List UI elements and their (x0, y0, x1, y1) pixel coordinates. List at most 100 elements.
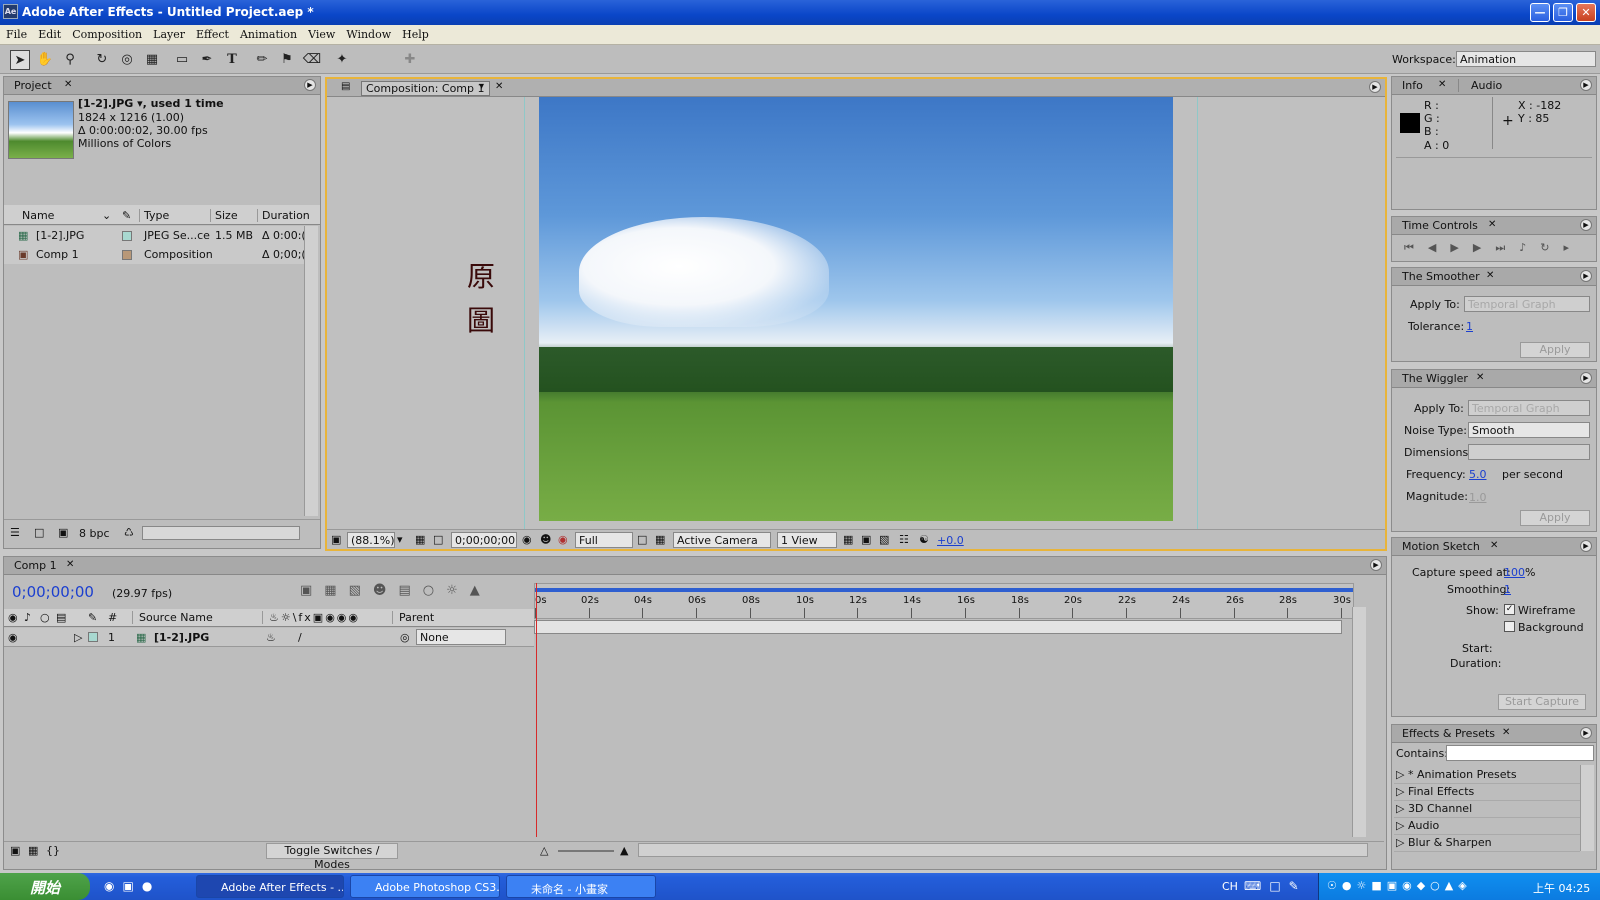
wireframe-checkbox[interactable]: ✓ (1504, 604, 1515, 615)
toggle-pixel-aspect-icon[interactable]: ▦ (843, 533, 853, 546)
playhead[interactable] (536, 583, 537, 837)
eye-icon[interactable]: ◉ (8, 611, 18, 624)
lock-icon[interactable]: ▤ (341, 81, 350, 92)
puppet-pin-tool-icon[interactable]: ✦ (332, 50, 352, 70)
label-swatch[interactable] (122, 250, 132, 260)
close-icon[interactable]: ✕ (495, 81, 503, 92)
selection-tool-icon[interactable]: ➤ (10, 50, 30, 70)
start-button[interactable]: 開始 (0, 873, 90, 900)
chevron-right-icon[interactable]: ▷ (1396, 836, 1404, 849)
panel-menu-icon[interactable]: ▶ (304, 79, 316, 91)
menu-effect[interactable]: Effect (190, 25, 234, 41)
column-type[interactable]: Type (139, 209, 169, 222)
panel-menu-icon[interactable]: ▶ (1580, 219, 1592, 231)
chevron-down-icon[interactable]: ▾ (397, 533, 403, 546)
new-composition-icon[interactable]: ▣ (58, 526, 68, 539)
type-tool-icon[interactable]: T (222, 50, 242, 70)
workspace-dropdown[interactable]: Animation (1456, 51, 1596, 67)
panel-menu-icon[interactable]: ▶ (1580, 540, 1592, 552)
mask-view-icon[interactable]: □ (433, 533, 443, 546)
chevron-down-icon[interactable]: ▾ (479, 81, 484, 92)
label-swatch[interactable] (122, 231, 132, 241)
tab-audio[interactable]: Audio (1458, 79, 1502, 92)
restore-button[interactable]: ❐ (1553, 3, 1573, 22)
show-snapshot-icon[interactable]: ☻ (540, 533, 551, 546)
menu-edit[interactable]: Edit (32, 25, 66, 41)
source-name-column[interactable]: Source Name (132, 611, 213, 624)
graph-editor-icon[interactable]: ▲ (470, 583, 492, 598)
new-folder-icon[interactable]: □ (34, 526, 44, 539)
next-frame-icon[interactable]: ▶ (1473, 241, 1495, 254)
noise-type-dropdown[interactable]: Smooth (1468, 422, 1590, 438)
switches-column-icons[interactable]: ♨☼\fx▣◉◉◉ (262, 611, 360, 624)
layer-duration-bar[interactable] (534, 620, 1342, 634)
ime-icons[interactable]: ⌨□✎ (1244, 879, 1307, 893)
zoom-tool-icon[interactable]: ⚲ (60, 50, 80, 70)
pick-whip-icon[interactable]: ◎ (400, 631, 410, 644)
tray-icons[interactable]: ☉●☼■▣◉◆○▲◈ (1327, 879, 1472, 892)
loop-icon[interactable]: ↻ (1540, 241, 1563, 254)
frequency-value[interactable]: 5.0 (1469, 468, 1487, 481)
live-update-icon[interactable]: ▦ (324, 583, 348, 598)
quality-switch-icon[interactable]: / (298, 631, 302, 644)
explorer-icon[interactable]: ▣ (122, 879, 141, 893)
channel-icon[interactable]: ◉ (558, 533, 568, 546)
composition-tab[interactable]: Composition: Comp 1 ▾ ✕ ▤ ▶ (327, 79, 1385, 97)
background-checkbox[interactable] (1504, 621, 1515, 632)
close-icon[interactable]: ✕ (1488, 219, 1496, 230)
pen-tool-icon[interactable]: ✒ (197, 50, 217, 70)
exposure-value[interactable]: +0.0 (937, 534, 964, 547)
panel-menu-icon[interactable]: ▶ (1580, 727, 1592, 739)
project-row[interactable]: ▣ Comp 1 Composition Δ 0;00;( (4, 245, 306, 264)
zoom-out-icon[interactable]: △ (540, 844, 548, 857)
eye-icon[interactable]: ◉ (8, 631, 18, 644)
trash-icon[interactable]: ♺ (124, 526, 134, 539)
close-icon[interactable]: ✕ (1476, 372, 1484, 383)
landscape-image[interactable] (539, 97, 1173, 521)
close-icon[interactable]: ✕ (1486, 270, 1494, 281)
audio-icon[interactable]: ♪ (1519, 241, 1540, 254)
timeline-icon[interactable]: ▧ (879, 533, 889, 546)
zoom-slider[interactable] (558, 850, 614, 852)
menu-window[interactable]: Window (340, 25, 396, 41)
time-ruler[interactable]: 0s 02s 04s 06s 08s 10s 12s 14s 16s 18s 20s 22s 24s 26… (534, 583, 1354, 619)
smoother-apply-button[interactable]: Apply (1520, 342, 1590, 358)
chevron-right-icon[interactable]: ▷ (1396, 802, 1404, 815)
ram-preview-icon[interactable]: ▸ (1563, 241, 1583, 254)
brainstorm-icon[interactable]: ☼ (446, 583, 470, 598)
tolerance-value[interactable]: 1 (1466, 320, 1473, 333)
comp-mini-flowchart-icon[interactable]: ▣ (300, 583, 324, 598)
orbit-camera-tool-icon[interactable]: ◎ (117, 50, 137, 70)
start-capture-button[interactable]: Start Capture (1498, 694, 1586, 710)
parent-dropdown[interactable]: None (416, 629, 506, 645)
label-swatch[interactable] (88, 632, 98, 642)
previous-frame-icon[interactable]: ◀ (1428, 241, 1450, 254)
chevron-right-icon[interactable]: ▷ (1396, 785, 1404, 798)
eraser-tool-icon[interactable]: ⌫ (302, 50, 322, 70)
wiggler-apply-button[interactable]: Apply (1520, 510, 1590, 526)
wiggler-tab[interactable]: The Wiggler ✕ ▶ (1392, 370, 1596, 388)
timeline-timecode[interactable]: 0;00;00;00 (12, 583, 94, 601)
transparency-grid-icon[interactable]: ▦ (655, 533, 665, 546)
motion-sketch-tab[interactable]: Motion Sketch ✕ ▶ (1392, 538, 1596, 556)
dimensions-dropdown[interactable] (1468, 444, 1590, 460)
project-row[interactable]: ▦ [1-2].JPG JPEG Se...ce 1.5 MB Δ 0:00:( (4, 226, 306, 245)
brush-tool-icon[interactable]: ✏ (252, 50, 272, 70)
chevron-right-icon[interactable]: ▷ (1396, 768, 1404, 781)
horizontal-scrollbar[interactable] (142, 526, 300, 540)
project-scrollbar[interactable] (304, 226, 318, 516)
taskbar-item-paint[interactable]: 未命名 - 小畫家 (506, 875, 656, 898)
toggle-layer-switches-icon[interactable]: ▣ (10, 844, 20, 857)
panel-menu-icon[interactable]: ▶ (1580, 270, 1592, 282)
speaker-icon[interactable]: ♪ (24, 611, 31, 624)
menu-layer[interactable]: Layer (147, 25, 190, 41)
draft-3d-icon[interactable]: ▧ (349, 583, 373, 598)
parent-column[interactable]: Parent (392, 611, 434, 624)
always-preview-icon[interactable]: ▣ (331, 533, 341, 546)
taskbar-item-photoshop[interactable]: Adobe Photoshop CS3... (350, 875, 500, 898)
flowchart-icon[interactable]: ☷ (899, 533, 909, 546)
table-row[interactable]: ◉ ▷ 1 ▦ [1-2].JPG ♨ / ◎ None (4, 628, 534, 647)
firefox-icon[interactable]: ● (142, 879, 160, 893)
hand-tool-icon[interactable]: ✋ (35, 50, 55, 70)
chevron-down-icon[interactable]: ⌄ (102, 209, 111, 222)
